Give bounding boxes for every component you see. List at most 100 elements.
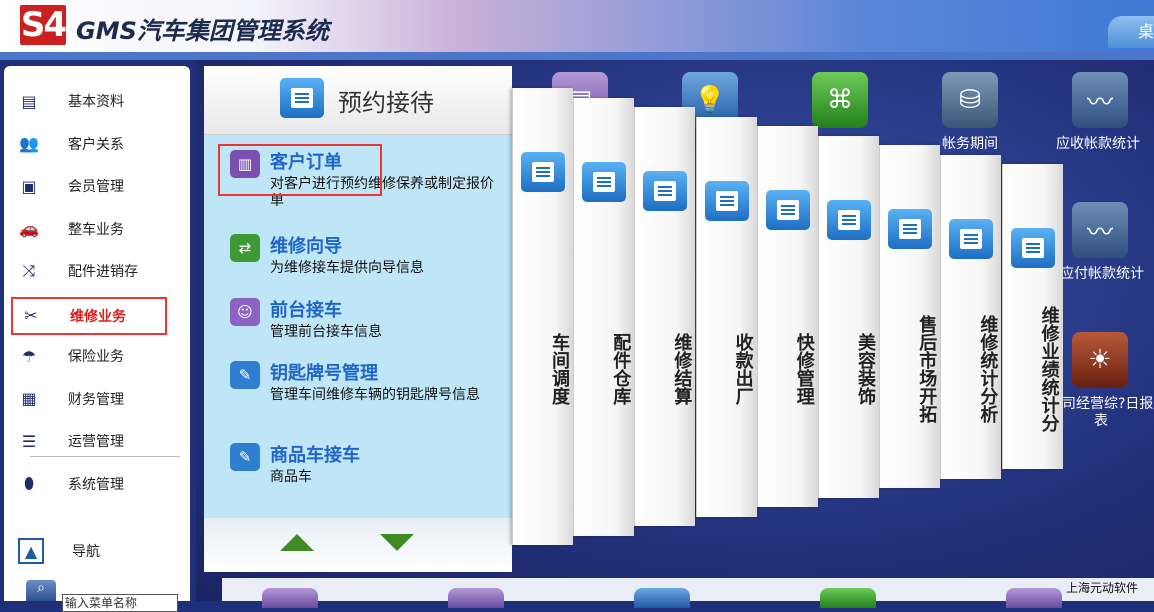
- list-icon: ☰: [21, 431, 37, 451]
- sidebar-item-label: 基本资料: [68, 94, 124, 110]
- panel-item[interactable]: ⇄ 维修向导为维修接车提供向导信息: [230, 232, 510, 292]
- sidebar-item-4[interactable]: 🚗 整车业务: [18, 210, 168, 248]
- sidebar-item-8[interactable]: ▦ 财务管理: [18, 380, 168, 418]
- panel-item[interactable]: ☺ 前台接车 管理前台接车信息: [230, 296, 510, 356]
- shortcut-icon[interactable]: [262, 588, 318, 608]
- car-icon: 🚗: [19, 219, 39, 238]
- pulse-chart-icon[interactable]: 〰: [1072, 72, 1128, 128]
- sidebar-item-label: 导航: [72, 544, 100, 560]
- users-icon: 👥: [19, 134, 39, 153]
- sidebar-item-label: 财务管理: [68, 391, 124, 408]
- document-list-icon: [704, 180, 749, 221]
- sidebar-item-label: 客户关系: [68, 136, 124, 153]
- document-list-icon: [280, 78, 324, 118]
- module-column-label: 维修业绩统计分: [1038, 305, 1060, 432]
- key-tag-icon: ✎: [230, 361, 260, 389]
- daily-report-label-2[interactable]: 表: [1094, 410, 1108, 430]
- module-column-label: 美容装饰: [855, 332, 876, 405]
- panel-item[interactable]: ✎ 钥匙牌号管理管理车间维修车辆的钥匙牌号信息: [230, 359, 510, 419]
- module-column-6[interactable]: 美容装饰: [818, 135, 879, 498]
- module-column-label: 快修管理: [793, 332, 815, 405]
- shortcut-icon[interactable]: [634, 588, 690, 608]
- account-period-label[interactable]: 帐务期间: [942, 133, 998, 153]
- highlight-frame: [218, 144, 382, 196]
- shortcut-icon[interactable]: [1006, 588, 1062, 608]
- calculator-icon: ▦: [21, 389, 37, 408]
- umbrella-icon: ☂: [21, 346, 37, 366]
- panel-item[interactable]: ✎ 商品车接车商品车: [230, 441, 510, 501]
- panel-title: 预约接待: [338, 89, 434, 117]
- sidebar-item-navigation[interactable]: ▲ 导航: [18, 532, 168, 570]
- panel-item-title[interactable]: 前台接车: [270, 296, 342, 322]
- sidebar-item-label: 维修业务: [70, 308, 126, 325]
- document-list-icon: [827, 199, 871, 240]
- sidebar-item-7[interactable]: ☂ 保险业务: [18, 337, 168, 375]
- sidebar-item-9[interactable]: ☰ 运营管理: [18, 422, 168, 460]
- sidebar-item-label: 配件进销存: [68, 264, 138, 280]
- menu-search-input[interactable]: 输入菜单名称: [62, 594, 178, 612]
- app-title: GMS汽车集团管理系统: [76, 17, 329, 45]
- sidebar-item-6[interactable]: ✂ 维修业务: [11, 296, 167, 335]
- sidebar-item-label: 整车业务: [68, 221, 124, 238]
- panel-item-title[interactable]: 维修向导: [270, 232, 342, 258]
- module-column-7[interactable]: 售后市场开拓: [879, 145, 941, 488]
- sidebar-item-5[interactable]: ⤨ 配件进销存: [18, 252, 168, 290]
- database-icon[interactable]: ⛁: [942, 72, 998, 128]
- panel-item-title[interactable]: 钥匙牌号管理: [270, 359, 378, 385]
- module-column-9[interactable]: 维修业绩统计分: [1001, 164, 1063, 469]
- sidebar-item-10[interactable]: ⬮ 系统管理: [18, 465, 168, 503]
- desktop-tab[interactable]: 桌: [1108, 16, 1154, 48]
- module-column-8[interactable]: 维修统计分析: [940, 154, 1002, 479]
- search-icon[interactable]: ⌕: [26, 580, 56, 601]
- module-column-2[interactable]: 配件仓库: [573, 97, 635, 536]
- mouse-icon: ⬮: [23, 473, 35, 493]
- module-column-3[interactable]: 维修结算: [634, 107, 696, 526]
- sidebar-item-2[interactable]: 👥 客户关系: [18, 125, 168, 163]
- shortcut-icon[interactable]: [820, 588, 876, 608]
- network-icon[interactable]: ⌘: [812, 72, 868, 128]
- module-column-label: 维修结算: [671, 332, 693, 405]
- sidebar-item-label: 系统管理: [68, 476, 124, 493]
- app-header: S4 GMS汽车集团管理系统 桌: [0, 0, 1154, 52]
- app-logo: S4: [20, 5, 67, 45]
- sun-report-icon[interactable]: ☀: [1072, 332, 1128, 388]
- sidebar-item-3[interactable]: ▣ 会员管理: [18, 167, 168, 205]
- panel-item-title[interactable]: 商品车接车: [270, 441, 360, 467]
- module-column-1[interactable]: 车间调度: [512, 88, 573, 545]
- module-column-5[interactable]: 快修管理: [756, 126, 818, 507]
- panel-item-description: 管理前台接车信息: [270, 324, 382, 340]
- member-card-icon: ▣: [21, 176, 37, 196]
- panel-footer: [204, 518, 512, 572]
- wizard-icon: ⇄: [230, 234, 260, 262]
- document-list-icon: [949, 218, 994, 259]
- shuffle-icon: ⤨: [22, 261, 36, 280]
- module-column-label: 维修统计分析: [977, 314, 999, 423]
- panel-item-description: 为维修接车提供向导信息: [270, 260, 424, 276]
- module-column-label: 车间调度: [549, 332, 570, 405]
- document-list-icon: [582, 161, 627, 202]
- scroll-up-button[interactable]: [280, 534, 314, 551]
- book-icon: ▤: [21, 91, 37, 111]
- scroll-down-button[interactable]: [380, 534, 414, 551]
- navigation-arrow-icon: ▲: [18, 538, 44, 564]
- document-list-icon: [643, 171, 688, 211]
- sidebar-item-label: 会员管理: [68, 179, 124, 195]
- panel-header: 预约接待: [204, 66, 512, 135]
- module-column-label: 售后市场开拓: [916, 314, 938, 423]
- payable-stats-label[interactable]: 应付帐款统计: [1060, 263, 1144, 283]
- panel-item-description: 商品车: [270, 469, 312, 485]
- pulse-chart-icon[interactable]: 〰: [1072, 202, 1128, 258]
- shortcut-icon[interactable]: [448, 588, 504, 608]
- vehicle-receive-icon: ✎: [230, 443, 260, 471]
- panel-item-description: 管理车间维修车辆的钥匙牌号信息: [270, 387, 480, 403]
- header-divider: [0, 52, 1154, 60]
- module-column-label: 收款出厂: [732, 332, 754, 405]
- sidebar-item-1[interactable]: ▤ 基本资料: [18, 82, 168, 120]
- module-column-label: 配件仓库: [610, 332, 632, 405]
- document-list-icon: [765, 190, 810, 230]
- module-column-4[interactable]: 收款出厂: [695, 116, 757, 517]
- document-list-icon: [888, 209, 933, 249]
- sidebar-item-label: 运营管理: [68, 434, 124, 450]
- sidebar-item-label: 保险业务: [68, 349, 124, 365]
- receivable-stats-label[interactable]: 应收帐款统计: [1056, 133, 1140, 153]
